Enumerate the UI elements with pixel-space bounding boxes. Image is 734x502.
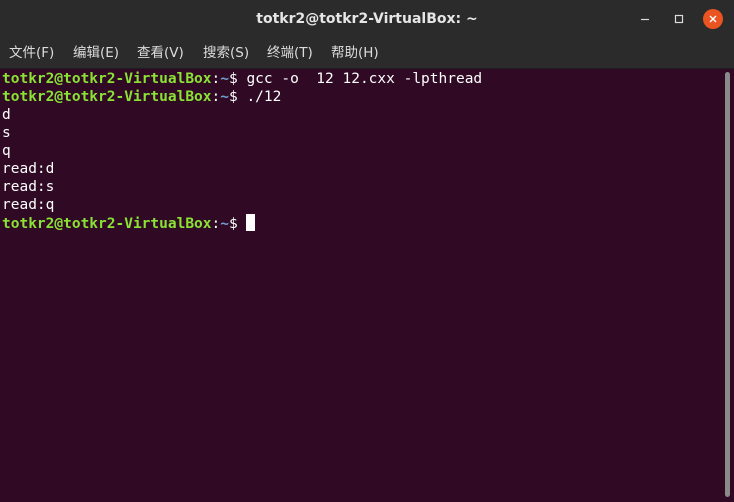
prompt-path: ~ (220, 89, 229, 105)
window-title: totkr2@totkr2-VirtualBox: ~ (256, 11, 478, 27)
prompt-path: ~ (220, 216, 229, 232)
prompt-separator: : (211, 71, 221, 87)
menu-view[interactable]: 查看(V) (137, 38, 184, 68)
prompt-separator: : (211, 89, 221, 105)
output-line: d (2, 107, 11, 123)
maximize-icon (674, 14, 684, 24)
output-line: q (2, 143, 11, 159)
prompt-path: ~ (220, 71, 229, 87)
menu-edit[interactable]: 编辑(E) (73, 38, 119, 68)
terminal-line: totkr2@totkr2-VirtualBox:~$ ./12 (2, 88, 281, 106)
text-cursor (246, 214, 256, 231)
output-line: read:q (2, 197, 55, 213)
close-icon (709, 15, 717, 23)
terminal-window: totkr2@totkr2-VirtualBox: ~ 文件(F) 编辑(E) … (0, 0, 734, 502)
terminal-line: totkr2@totkr2-VirtualBox:~$ gcc -o 12 12… (2, 70, 482, 88)
terminal-output[interactable]: totkr2@totkr2-VirtualBox:~$ gcc -o 12 12… (0, 69, 722, 502)
minimize-icon (641, 18, 649, 21)
prompt-user: totkr2@totkr2-VirtualBox (2, 71, 212, 87)
minimize-button[interactable] (635, 9, 655, 29)
menu-terminal[interactable]: 终端(T) (267, 38, 313, 68)
command-text: ./12 (246, 89, 282, 105)
maximize-button[interactable] (669, 9, 689, 29)
command-text: gcc -o 12 12.cxx -lpthread (246, 71, 483, 87)
output-line: s (2, 125, 11, 141)
output-line: read:d (2, 161, 55, 177)
scrollbar-thumb[interactable] (725, 72, 730, 497)
prompt-user: totkr2@totkr2-VirtualBox (2, 216, 212, 232)
menu-help[interactable]: 帮助(H) (331, 38, 379, 68)
output-line: read:s (2, 179, 55, 195)
prompt-symbol: $ (228, 216, 247, 232)
menu-file[interactable]: 文件(F) (9, 38, 54, 68)
menu-search[interactable]: 搜索(S) (203, 38, 249, 68)
prompt-symbol: $ (228, 89, 247, 105)
menu-bar: 文件(F) 编辑(E) 查看(V) 搜索(S) 终端(T) 帮助(H) (0, 38, 734, 69)
scrollbar[interactable] (722, 69, 734, 502)
close-button[interactable] (703, 9, 723, 29)
title-bar[interactable]: totkr2@totkr2-VirtualBox: ~ (0, 0, 734, 38)
prompt-separator: : (211, 216, 221, 232)
prompt-symbol: $ (228, 71, 247, 87)
prompt-user: totkr2@totkr2-VirtualBox (2, 89, 212, 105)
terminal-line: totkr2@totkr2-VirtualBox:~$ (2, 214, 256, 232)
